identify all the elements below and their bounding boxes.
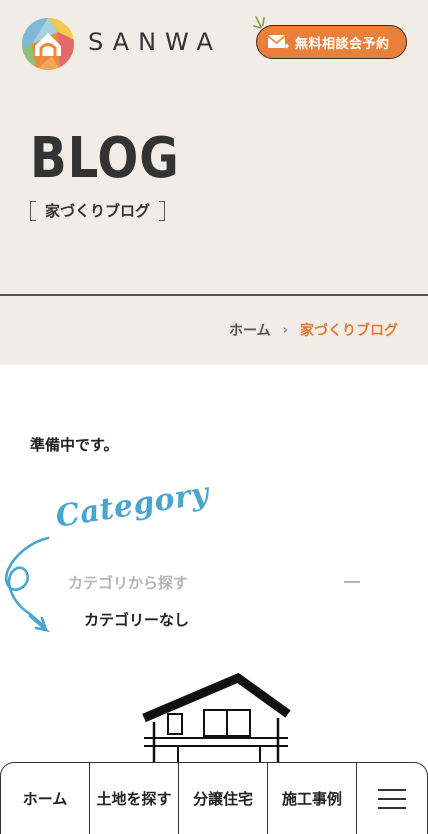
sanwa-logo-icon[interactable]	[22, 18, 74, 70]
left-bracket	[30, 200, 36, 221]
tab-works[interactable]: 施工事例	[268, 763, 357, 834]
page-subtitle-text: 家づくりブログ	[45, 202, 151, 220]
category-search-toggle[interactable]: カテゴリから探す	[68, 572, 188, 593]
category-empty-text: カテゴリーなし	[84, 611, 190, 629]
breadcrumb-separator-icon: ›	[282, 322, 288, 338]
breadcrumb-current: 家づくりブログ	[300, 323, 398, 339]
breadcrumb: ホーム › 家づくりブログ	[229, 320, 398, 340]
menu-button[interactable]	[357, 763, 427, 834]
mail-icon	[267, 35, 289, 49]
page-subtitle: 家づくりブログ	[30, 200, 166, 221]
page-title: BLOG	[30, 126, 180, 191]
bottom-tab-bar: ホーム 土地を探す 分譲住宅 施工事例	[0, 762, 428, 834]
tab-land-search[interactable]: 土地を探す	[90, 763, 179, 834]
right-bracket	[159, 200, 166, 221]
cta-label: 無料相談会予約	[295, 36, 390, 52]
preparing-notice: 準備中です。	[30, 436, 119, 454]
brand-name[interactable]: SANWA	[88, 28, 222, 56]
house-illustration-icon	[142, 672, 291, 770]
tab-home[interactable]: ホーム	[1, 763, 90, 834]
hamburger-menu-icon	[378, 788, 406, 809]
tab-housing-for-sale[interactable]: 分譲住宅	[179, 763, 268, 834]
collapse-minus-icon[interactable]	[344, 581, 360, 583]
free-consultation-button[interactable]: 無料相談会予約	[256, 25, 407, 59]
breadcrumb-home-link[interactable]: ホーム	[229, 320, 271, 340]
